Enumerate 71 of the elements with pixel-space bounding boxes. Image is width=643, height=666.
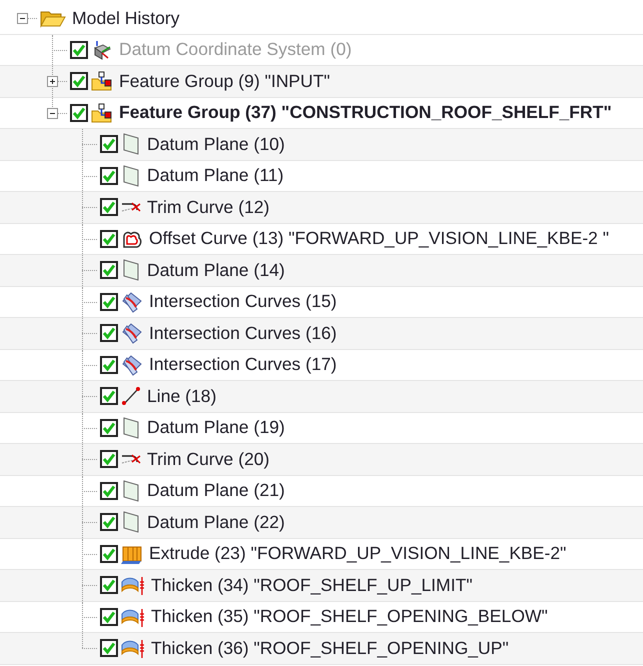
node-label: Feature Group (9) "INPUT"	[119, 70, 330, 92]
checkbox[interactable]	[100, 230, 118, 248]
folder-hierarchy-icon	[91, 102, 113, 123]
node-label: Line (18)	[147, 386, 216, 407]
collapse-icon[interactable]	[47, 108, 58, 119]
tree-row[interactable]: Datum Plane (22)	[0, 507, 643, 538]
thicken-icon	[121, 637, 145, 660]
plane-icon	[121, 164, 141, 187]
node-label: Datum Plane (21)	[147, 480, 285, 502]
intersecting-planes-icon	[121, 354, 143, 376]
tree-row[interactable]: Trim Curve (20)	[0, 444, 643, 476]
node-label: Trim Curve (20)	[147, 448, 270, 470]
checkbox[interactable]	[100, 418, 118, 437]
node-label: Feature Group (37) "CONSTRUCTION_ROOF_SHELF_FRT"	[119, 102, 612, 124]
node-label: Extrude (23) "FORWARD_UP_VISION_LINE_KBE-2"	[149, 543, 566, 564]
node-label: Intersection Curves (17)	[149, 354, 337, 376]
checkbox[interactable]	[100, 166, 118, 185]
checkbox[interactable]	[100, 544, 118, 563]
node-label: Intersection Curves (15)	[149, 291, 337, 312]
checkbox[interactable]	[100, 482, 118, 500]
tree-row[interactable]: Feature Group (9) "INPUT"	[0, 66, 643, 98]
coordinate-system-icon	[91, 40, 113, 60]
node-label: Datum Plane (22)	[147, 512, 285, 533]
thicken-icon	[121, 574, 145, 596]
tree-row[interactable]: Trim Curve (12)	[0, 192, 643, 224]
intersecting-planes-icon	[121, 290, 143, 313]
intersecting-planes-icon	[121, 322, 143, 344]
checkbox[interactable]	[100, 450, 118, 468]
plane-icon	[121, 133, 141, 156]
node-label: Thicken (34) "ROOF_SHELF_UP_LIMIT"	[151, 574, 472, 596]
checkbox[interactable]	[100, 292, 118, 311]
node-label: Thicken (36) "ROOF_SHELF_OPENING_UP"	[151, 638, 509, 659]
plane-icon	[121, 480, 141, 502]
trim-curve-icon	[121, 454, 141, 465]
node-label: Trim Curve (12)	[147, 196, 270, 218]
plane-icon	[121, 511, 141, 534]
node-label: Thicken (35) "ROOF_SHELF_OPENING_BELOW"	[151, 606, 548, 628]
checkbox[interactable]	[100, 135, 118, 154]
node-label: Intersection Curves (16)	[149, 322, 337, 344]
checkbox[interactable]	[100, 198, 118, 216]
checkbox[interactable]	[100, 513, 118, 532]
checkbox[interactable]	[100, 261, 118, 280]
checkbox[interactable]	[100, 356, 118, 374]
checkbox[interactable]	[70, 104, 88, 122]
tree-row[interactable]: Intersection Curves (16)	[0, 318, 643, 350]
tree-row[interactable]: Datum Plane (10)	[0, 129, 643, 160]
folder-hierarchy-icon	[91, 71, 113, 92]
checkbox[interactable]	[70, 72, 88, 90]
tree-row[interactable]: Thicken (36) "ROOF_SHELF_OPENING_UP"	[0, 633, 643, 664]
trim-curve-icon	[121, 202, 141, 213]
node-label: Datum Plane (19)	[147, 417, 285, 438]
tree-row[interactable]: Thicken (34) "ROOF_SHELF_UP_LIMIT"	[0, 570, 643, 602]
node-label: Datum Plane (14)	[147, 260, 285, 281]
checkbox[interactable]	[100, 387, 118, 406]
plane-icon	[121, 259, 141, 282]
node-label: Model History	[72, 8, 180, 29]
checkbox[interactable]	[100, 639, 118, 658]
node-label: Datum Coordinate System (0)	[119, 39, 352, 60]
node-label: Offset Curve (13) "FORWARD_UP_VISION_LINE_KBE-2 "	[149, 228, 609, 250]
expand-icon[interactable]	[47, 76, 58, 88]
checkbox[interactable]	[100, 324, 118, 342]
collapse-icon[interactable]	[17, 13, 28, 24]
tree-row[interactable]: Line (18)	[0, 381, 643, 412]
node-label: Datum Plane (11)	[147, 165, 284, 186]
node-label: Datum Plane (10)	[147, 134, 285, 155]
tree-row[interactable]: Datum Plane (14)	[0, 255, 643, 286]
line-icon	[121, 386, 141, 406]
checkbox[interactable]	[100, 576, 118, 594]
checkbox[interactable]	[100, 608, 118, 626]
checkbox[interactable]	[70, 40, 88, 59]
plane-icon	[121, 416, 141, 439]
